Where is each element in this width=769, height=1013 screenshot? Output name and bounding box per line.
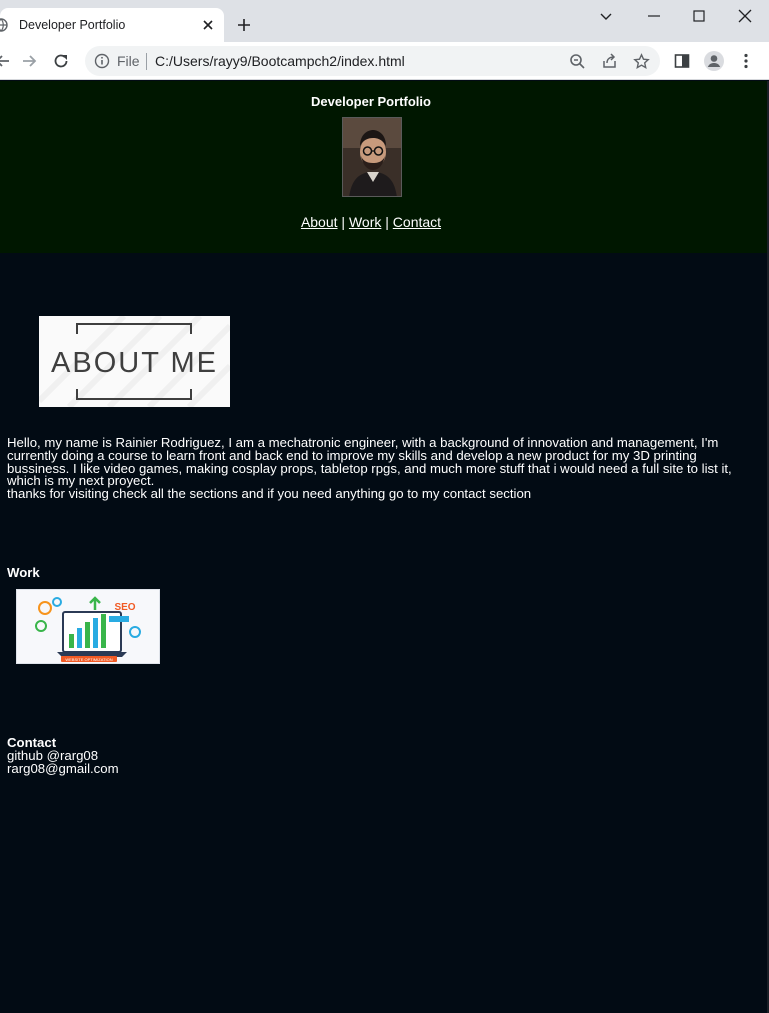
about-paragraph: Hello, my name is Rainier Rodriguez, I a… [7, 435, 732, 489]
reload-icon[interactable] [52, 52, 70, 70]
browser-toolbar: File C:/Users/rayy9/Bootcampch2/index.ht… [0, 42, 769, 80]
omnibox-divider [146, 53, 147, 70]
tab-strip: Developer Portfolio [0, 0, 769, 42]
chevron-down-icon[interactable] [598, 8, 614, 24]
browser-tab[interactable]: Developer Portfolio [0, 8, 224, 42]
site-header: Developer Portfolio About | Work | Conta… [0, 81, 769, 253]
back-icon[interactable] [0, 52, 12, 70]
about-me-image: ABOUT ME [36, 313, 233, 410]
minimize-icon[interactable] [646, 8, 662, 24]
close-icon[interactable] [200, 17, 216, 33]
globe-icon [0, 18, 8, 32]
about-section: Hello, my name is Rainier Rodriguez, I a… [7, 435, 737, 502]
work-image: SEO WEBSITE OPTIMIZATION [16, 589, 160, 664]
tab-title: Developer Portfolio [19, 18, 126, 32]
site-title: Developer Portfolio [311, 94, 431, 109]
site-nav: About | Work | Contact [0, 214, 742, 230]
about-closing: thanks for visiting check all the sectio… [7, 486, 532, 502]
nav-link-about[interactable]: About [301, 214, 338, 230]
address-bar[interactable]: File C:/Users/rayy9/Bootcampch2/index.ht… [85, 46, 660, 76]
work-heading: Work [7, 565, 40, 580]
work-image-badge: SEO [114, 602, 135, 613]
avatar [342, 117, 402, 197]
url-text[interactable]: C:/Users/rayy9/Bootcampch2/index.html [155, 53, 405, 69]
window-close-icon[interactable] [737, 8, 753, 24]
sidepanel-icon[interactable] [673, 52, 691, 70]
menu-icon[interactable] [737, 52, 755, 70]
scheme-label: File [117, 53, 140, 69]
contact-section: Contact github @rarg08 rarg08@gmail.com [7, 736, 119, 775]
forward-icon[interactable] [20, 52, 38, 70]
nav-link-work[interactable]: Work [349, 214, 381, 230]
share-icon[interactable] [601, 53, 618, 70]
profile-icon[interactable] [703, 50, 725, 72]
info-icon[interactable] [94, 53, 110, 69]
nav-separator: | [341, 214, 346, 230]
page-viewport: Developer Portfolio About | Work | Conta… [0, 81, 769, 1013]
plus-icon[interactable] [236, 17, 252, 33]
contact-email: rarg08@gmail.com [7, 761, 119, 776]
maximize-icon[interactable] [691, 8, 707, 24]
zoom-icon[interactable] [569, 53, 586, 70]
nav-separator: | [385, 214, 389, 230]
about-image-label: ABOUT ME [51, 347, 218, 379]
nav-link-contact[interactable]: Contact [393, 214, 441, 230]
star-icon[interactable] [633, 53, 650, 70]
work-image-banner: WEBSITE OPTIMIZATION [65, 657, 112, 662]
